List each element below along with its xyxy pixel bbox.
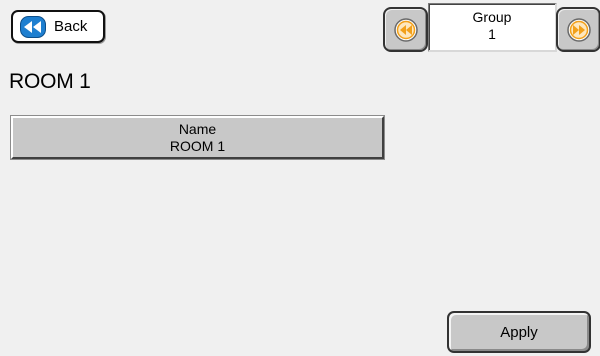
group-display: Group 1	[428, 3, 557, 52]
name-field-value: ROOM 1	[169, 138, 226, 154]
page-title: ROOM 1	[9, 70, 91, 93]
rewind-icon	[393, 17, 418, 42]
apply-button-label: Apply	[500, 323, 538, 341]
fast-forward-icon	[566, 17, 591, 42]
group-label: Group	[472, 9, 512, 25]
rewind-icon	[20, 15, 46, 38]
previous-group-button[interactable]	[383, 7, 428, 52]
group-value: 1	[488, 26, 496, 42]
name-field-label: Name	[178, 121, 217, 137]
name-field[interactable]: Name ROOM 1	[10, 115, 385, 160]
back-button-label: Back	[54, 18, 88, 35]
apply-button[interactable]: Apply	[447, 311, 591, 353]
back-button[interactable]: Back	[11, 10, 105, 43]
next-group-button[interactable]	[556, 7, 600, 52]
